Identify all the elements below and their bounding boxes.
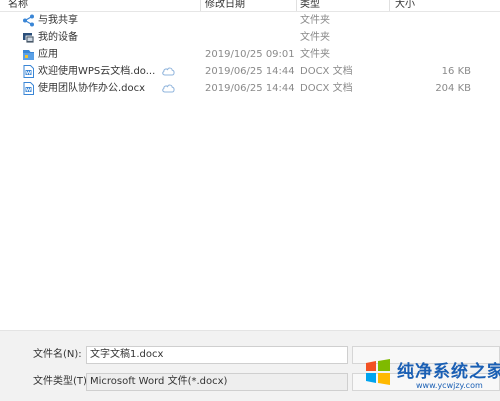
filename-label: 文件名(N): [33, 349, 82, 360]
filetype-label: 文件类型(T): [33, 376, 91, 387]
file-modified: 2019/06/25 14:44 [205, 83, 295, 94]
docx-icon [22, 82, 35, 95]
file-name: 欢迎使用WPS云文档.do... [38, 66, 156, 77]
share-icon [22, 14, 35, 27]
filename-input[interactable]: 文字文稿1.docx [86, 346, 348, 364]
column-size[interactable]: 大小 [395, 0, 495, 11]
file-type: 文件夹 [300, 15, 330, 26]
device-icon [22, 31, 35, 44]
column-divider[interactable] [296, 0, 297, 11]
file-row[interactable]: 与我共享 文件夹 [0, 12, 500, 29]
column-name[interactable]: 名称 [8, 0, 198, 11]
file-size [395, 12, 471, 29]
column-divider[interactable] [389, 0, 390, 11]
column-type[interactable]: 类型 [300, 0, 386, 11]
watermark-url: www.ycwjzy.com [416, 381, 483, 390]
column-header: 名称 修改日期 类型 大小 [0, 0, 500, 12]
file-row[interactable]: 我的设备 文件夹 [0, 29, 500, 46]
file-name: 使用团队协作办公.docx [38, 83, 146, 94]
file-type: 文件夹 [300, 49, 330, 60]
file-modified: 2019/06/25 14:44 [205, 66, 295, 77]
cloud-icon [161, 65, 176, 77]
cloud-icon [161, 82, 176, 94]
file-name: 应用 [38, 49, 58, 60]
file-modified: 2019/10/25 09:01 [205, 49, 295, 60]
file-size [395, 46, 471, 63]
column-divider[interactable] [200, 0, 201, 11]
column-modified[interactable]: 修改日期 [205, 0, 293, 11]
file-type: DOCX 文档 [300, 83, 353, 94]
site-watermark: 纯净系统之家 www.ycwjzy.com [360, 355, 500, 400]
filetype-select[interactable]: Microsoft Word 文件(*.docx) [86, 373, 348, 391]
file-row[interactable]: 应用 2019/10/25 09:01 文件夹 [0, 46, 500, 63]
file-size: 204 KB [435, 83, 471, 94]
file-name: 我的设备 [38, 32, 78, 43]
file-name: 与我共享 [38, 15, 78, 26]
file-size: 16 KB [441, 66, 471, 77]
app-folder-icon [22, 48, 35, 61]
file-row[interactable]: 使用团队协作办公.docx 2019/06/25 14:44 DOCX 文档 204 … [0, 80, 500, 97]
file-size [395, 29, 471, 46]
windows-logo-icon [366, 359, 390, 385]
file-row[interactable]: 欢迎使用WPS云文档.do... 2019/06/25 14:44 DOCX 文档 1… [0, 63, 500, 80]
watermark-brand: 纯净系统之家 [397, 362, 500, 382]
file-type: 文件夹 [300, 32, 330, 43]
file-type: DOCX 文档 [300, 66, 353, 77]
docx-icon [22, 65, 35, 78]
